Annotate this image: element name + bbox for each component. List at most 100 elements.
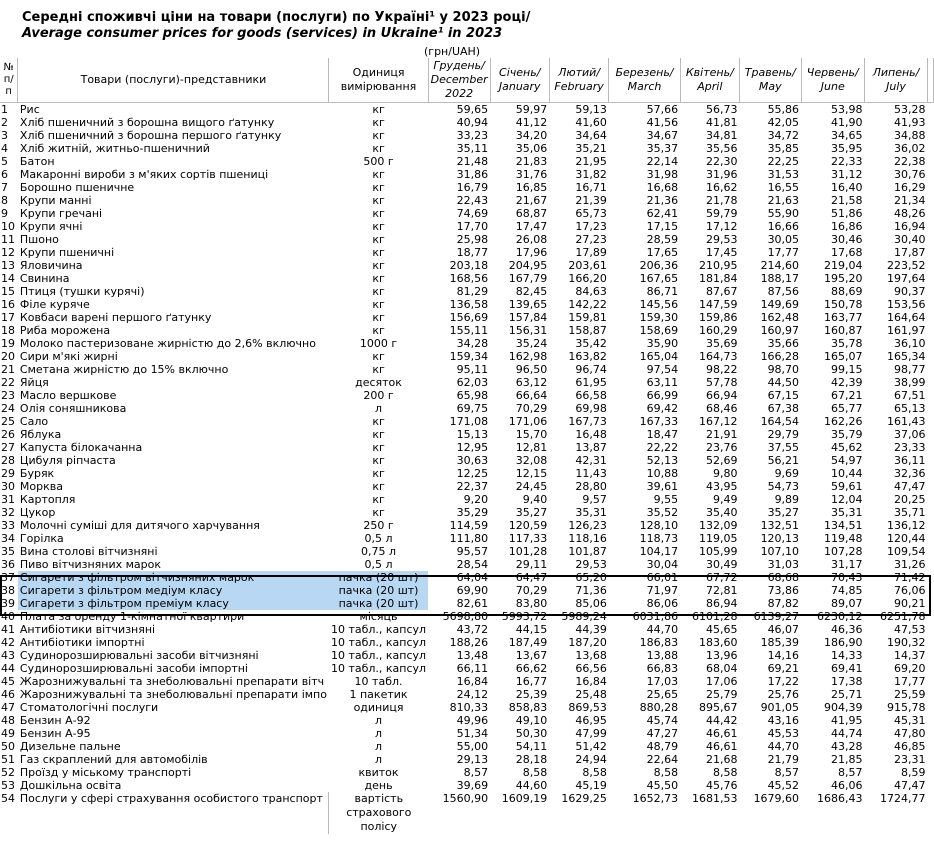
value-feb: 35,21 [575,142,607,155]
value-feb: 13,87 [575,441,607,454]
value-feb: 16,84 [575,675,607,688]
value-dec: 111,80 [449,532,489,545]
table-row: 44 Судинорозширювальні засоби імпортні 10 … [0,662,934,675]
cut-column [928,623,934,636]
value-jan: 139,65 [508,298,548,311]
table-row: 41 Антибіотики вітчизняні 10 табл., капсул… [0,623,934,636]
col-header-may: Травень/ May [739,58,802,103]
value-jul: 31,26 [894,558,926,571]
value-apr: 44,42 [706,714,738,727]
value-jul: 34,88 [894,129,926,142]
table-row: 2 Хліб пшеничний з борошна вищого ґатунку… [0,116,934,129]
unit: кг [372,220,385,233]
value-jul: 98,77 [894,363,926,376]
value-jun: 43,28 [830,740,863,753]
value-jun: 54,97 [830,454,863,467]
item-name: Послуги у сфері страхування особистого т… [19,792,323,805]
table-row: 54 Послуги у сфері страхування особистого… [0,792,934,834]
col-header-cut [927,58,934,103]
item-name: Молочні суміші для дитячого харчування [19,519,260,532]
value-jun: 99,15 [830,363,863,376]
value-apr: 159,86 [699,311,738,324]
value-jan: 17,47 [515,220,548,233]
unit: 10 табл., капсул [330,649,427,662]
cut-column [928,272,934,285]
value-feb: 17,23 [575,220,607,233]
value-feb: 84,63 [575,285,607,298]
value-jan: 82,45 [515,285,548,298]
row-number: 11 [1,233,15,246]
col-header-no: № п/п [0,58,19,103]
value-may: 45,52 [767,779,800,792]
value-jul: 16,94 [894,220,926,233]
value-jun: 44,74 [830,727,863,740]
row-number: 41 [1,623,15,636]
value-jan: 34,20 [515,129,548,142]
value-dec: 13,48 [456,649,489,662]
value-dec: 74,69 [456,207,489,220]
value-may: 45,53 [767,727,800,740]
value-dec: 810,33 [449,701,489,714]
value-mar: 880,28 [639,701,679,714]
value-apr: 8,58 [713,766,738,779]
cut-column [928,558,934,571]
value-dec: 114,59 [449,519,489,532]
value-jun: 25,71 [830,688,863,701]
value-jun: 186,90 [823,636,863,649]
item-name: Капуста білокачанна [19,441,143,454]
value-apr: 21,91 [706,428,738,441]
value-apr: 35,69 [706,337,738,350]
item-name: Пиво вітчизняних марок [19,558,162,571]
row-number: 53 [1,779,15,792]
value-dec: 12,25 [456,467,489,480]
value-may: 22,25 [767,155,800,168]
value-mar: 31,98 [646,168,679,181]
value-apr: 21,68 [706,753,738,766]
value-may: 44,70 [767,740,800,753]
value-feb: 45,19 [575,779,607,792]
value-dec: 55,00 [456,740,489,753]
unit: кг [372,363,385,376]
value-jan: 204,95 [508,259,548,272]
table-row: 12 Крупи пшеничні кг 18,77 17,96 17,89 17,65 17… [0,246,934,259]
table-row: 1 Рис кг 59,65 59,97 59,13 57,66 56,73 55,86 53,9… [0,103,934,117]
value-jan: 44,15 [515,623,548,636]
value-feb: 51,42 [575,740,607,753]
item-name: Проїзд у міському транспорті [19,766,192,779]
cut-column [928,285,934,298]
value-apr: 43,95 [706,480,738,493]
value-jul: 120,44 [887,532,926,545]
value-feb: 203,61 [568,259,607,272]
value-jun: 163,77 [823,311,863,324]
value-may: 1679,60 [753,792,800,805]
cut-column [928,493,934,506]
value-jul: 17,87 [894,246,926,259]
value-mar: 118,73 [639,532,679,545]
value-may: 9,69 [774,467,800,480]
value-dec: 22,37 [456,480,489,493]
unit: вартість страхового полісу [328,792,429,834]
value-feb: 44,39 [575,623,607,636]
cut-column [928,636,934,649]
value-may: 67,38 [767,402,800,415]
value-apr: 31,96 [706,168,738,181]
value-may: 17,22 [767,675,800,688]
cut-column [928,441,934,454]
table-row: 36 Пиво вітчизняних марок 0,5 л 28,54 29,11 2… [0,558,934,571]
value-mar: 66,83 [646,662,679,675]
value-dec: 34,28 [456,337,489,350]
value-apr: 17,12 [706,220,738,233]
value-feb: 8,58 [582,766,607,779]
value-apr: 183,60 [699,636,738,649]
table-row: 13 Яловичина кг 203,18 204,95 203,61 206,36 210… [0,259,934,272]
table-row: 9 Крупи гречані кг 74,69 68,87 65,73 62,41 59,7… [0,207,934,220]
item-name: Цукор [19,506,56,519]
value-jun: 21,58 [830,194,863,207]
value-jan: 28,18 [515,753,548,766]
value-jul: 22,38 [894,155,926,168]
value-mar: 44,70 [646,623,679,636]
value-mar: 21,36 [646,194,679,207]
cut-column [928,415,934,428]
value-jul: 46,85 [894,740,926,753]
col-header-jan: Січень/ January [490,58,550,103]
